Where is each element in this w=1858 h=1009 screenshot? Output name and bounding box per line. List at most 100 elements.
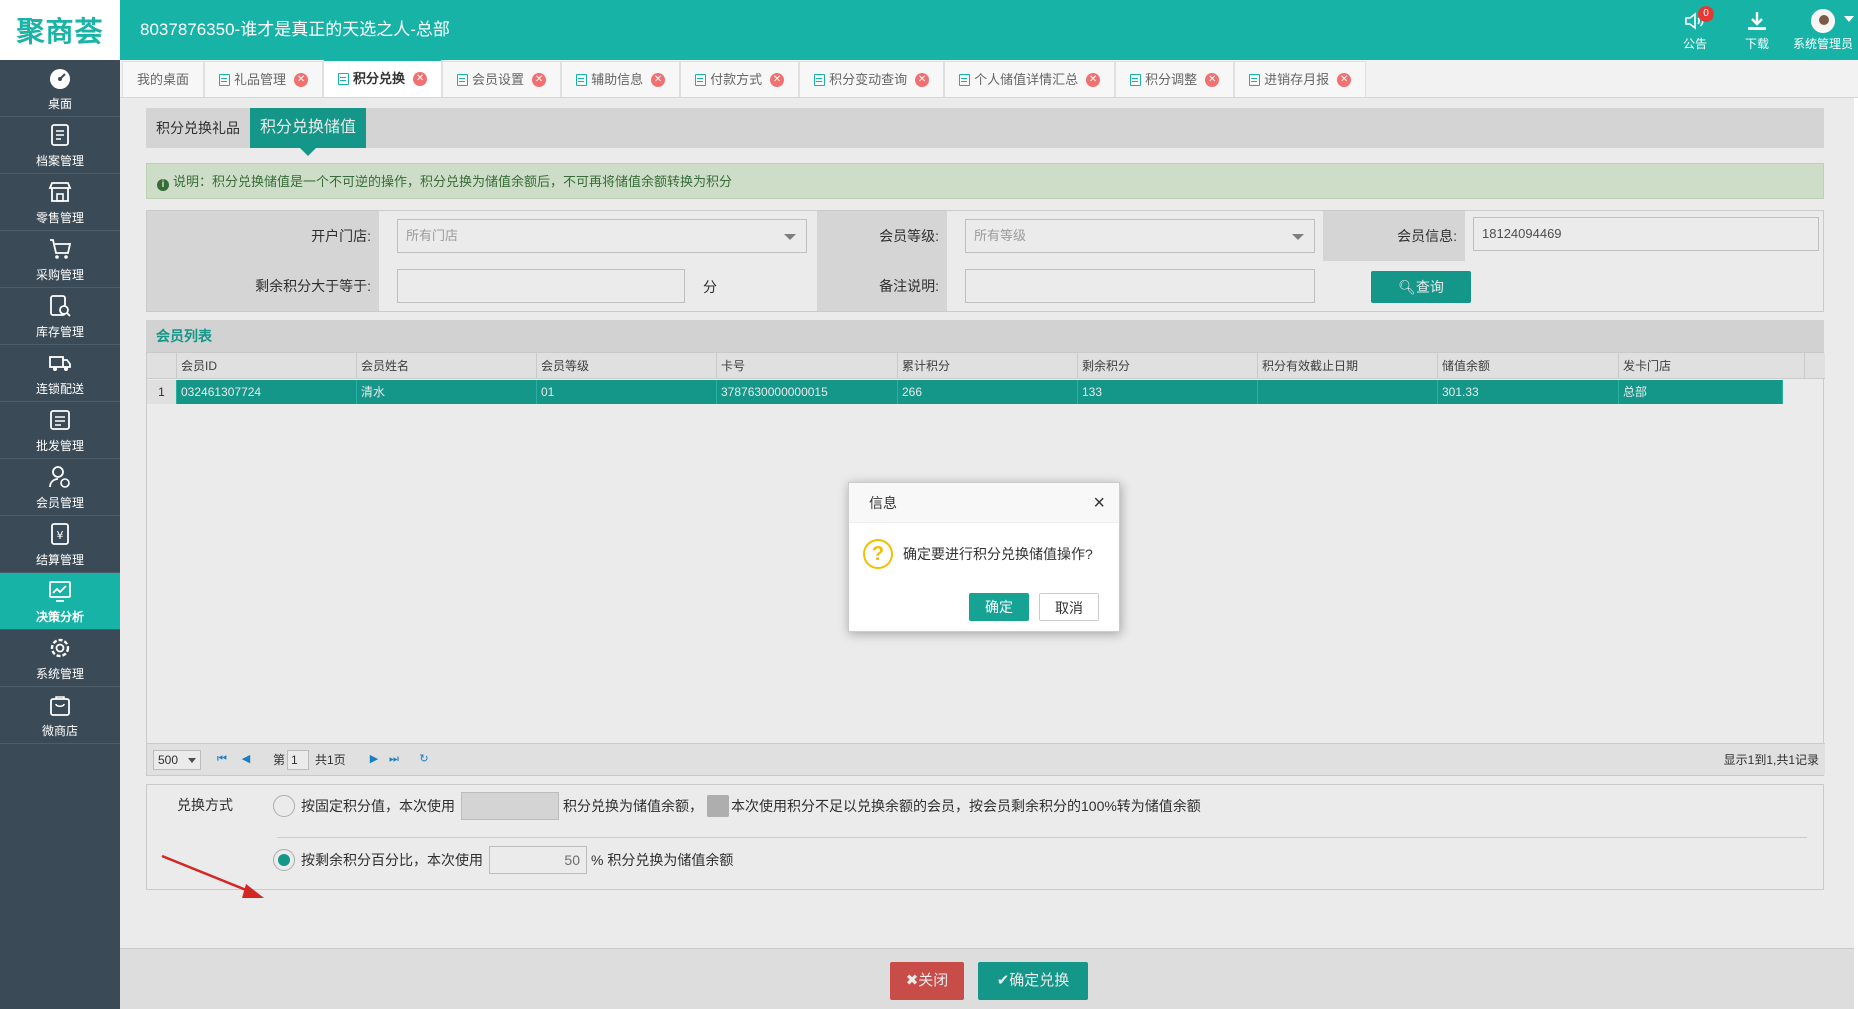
dialog-ok-button[interactable]: 确定 <box>969 593 1029 621</box>
page-title: 8037876350-谁才是真正的天选之人-总部 <box>140 20 450 39</box>
question-icon: ? <box>863 539 893 569</box>
store-icon <box>48 181 72 202</box>
document-icon <box>959 73 971 86</box>
sidebar-item-microshop[interactable]: 微商店 <box>0 687 120 744</box>
sidebar-item-label: 库存管理 <box>35 324 84 339</box>
sidebar-item-wholesale[interactable]: 批发管理 <box>0 402 120 459</box>
sidebar-item-inventory[interactable]: 库存管理 <box>0 288 120 345</box>
tab-stored-value-summary[interactable]: 个人储值详情汇总 ✕ <box>944 61 1116 97</box>
sidebar-item-distribution[interactable]: 连锁配送 <box>0 345 120 402</box>
user-avatar <box>1811 8 1835 33</box>
tab-label: 积分调整 <box>1145 71 1198 87</box>
dialog-body: ? 确定要进行积分兑换储值操作? <box>863 539 1093 569</box>
chart-icon <box>49 580 71 602</box>
document-icon <box>814 73 826 86</box>
sidebar-item-label: 桌面 <box>47 96 72 111</box>
sidebar-item-label: 系统管理 <box>35 666 84 681</box>
close-icon[interactable]: ✕ <box>1337 72 1352 87</box>
close-icon[interactable]: ✕ <box>651 72 666 87</box>
tab-gift-management[interactable]: 礼品管理 ✕ <box>204 61 324 97</box>
tab-monthly-report[interactable]: 进销存月报 ✕ <box>1234 61 1367 97</box>
sidebar-item-desktop[interactable]: 桌面 <box>0 60 120 117</box>
document-icon <box>457 73 469 86</box>
sidebar-item-purchase[interactable]: 采购管理 <box>0 231 120 288</box>
user-name: 系统管理员 <box>1792 36 1853 51</box>
document-icon <box>338 73 350 85</box>
shop-bag-icon <box>50 695 70 716</box>
tab-label: 个人储值详情汇总 <box>974 71 1079 87</box>
close-icon[interactable]: ✕ <box>532 72 547 87</box>
sidebar-item-archive[interactable]: 档案管理 <box>0 117 120 174</box>
tab-points-adjust[interactable]: 积分调整 ✕ <box>1115 61 1235 97</box>
sidebar: 桌面 档案管理 零售管理 采购管理 库存管理 连锁配送 批发管理 会员管理 ¥ … <box>0 60 120 1009</box>
close-icon[interactable]: ✕ <box>1086 72 1101 87</box>
svg-text:¥: ¥ <box>57 529 64 542</box>
close-icon[interactable]: ✕ <box>770 72 785 87</box>
sidebar-item-settlement[interactable]: ¥ 结算管理 <box>0 516 120 573</box>
sidebar-item-analysis[interactable]: 决策分析 <box>0 573 120 630</box>
header-toolbar: 0 公告 下载 系统管理员 <box>1664 0 1858 60</box>
sidebar-item-label: 零售管理 <box>35 210 84 225</box>
tab-points-exchange[interactable]: 积分兑换 ✕ <box>323 59 443 97</box>
sidebar-item-member[interactable]: 会员管理 <box>0 459 120 516</box>
sidebar-item-label: 会员管理 <box>35 495 84 510</box>
announcement-label: 公告 <box>1682 36 1707 51</box>
tab-label: 辅助信息 <box>591 71 644 87</box>
sidebar-item-label: 连锁配送 <box>35 381 84 396</box>
close-icon[interactable]: ✕ <box>413 72 428 86</box>
dashboard-icon <box>50 68 70 89</box>
document-icon <box>576 73 588 86</box>
tab-label: 付款方式 <box>710 71 763 87</box>
sidebar-item-label: 结算管理 <box>35 552 84 567</box>
gear-icon <box>50 638 70 657</box>
truck-icon <box>49 355 71 371</box>
close-icon[interactable]: ✕ <box>915 72 930 87</box>
tab-points-change-query[interactable]: 积分变动查询 ✕ <box>799 61 945 97</box>
download-icon <box>1748 11 1766 30</box>
sidebar-item-label: 批发管理 <box>35 438 84 453</box>
close-icon[interactable]: ✕ <box>1205 72 1220 87</box>
archive-icon <box>51 123 69 146</box>
top-header: 聚商荟 8037876350-谁才是真正的天选之人-总部 0 公告 下载 系统管… <box>0 0 1858 60</box>
wholesale-icon <box>50 409 70 430</box>
sidebar-item-label: 决策分析 <box>35 609 84 624</box>
tab-payment-method[interactable]: 付款方式 ✕ <box>680 61 800 97</box>
announcement-button[interactable]: 0 公告 <box>1664 0 1726 60</box>
sidebar-item-label: 档案管理 <box>35 153 84 168</box>
close-icon[interactable]: × <box>1093 483 1105 523</box>
settlement-icon: ¥ <box>51 522 69 545</box>
document-icon <box>695 73 707 86</box>
download-button[interactable]: 下载 <box>1726 0 1788 60</box>
member-icon <box>49 465 70 488</box>
tab-member-settings[interactable]: 会员设置 ✕ <box>442 61 562 97</box>
dialog-cancel-button[interactable]: 取消 <box>1039 593 1099 621</box>
tab-desktop[interactable]: 我的桌面 <box>122 61 205 97</box>
dialog-header: 信息 × <box>849 483 1119 523</box>
tab-label: 积分兑换 <box>353 71 406 86</box>
inventory-icon <box>50 294 71 317</box>
sidebar-item-label: 微商店 <box>41 723 78 738</box>
document-icon <box>219 73 231 86</box>
confirm-dialog: 信息 × ? 确定要进行积分兑换储值操作? 确定 取消 <box>848 482 1120 632</box>
tab-bar: 我的桌面 礼品管理 ✕ 积分兑换 ✕ 会员设置 ✕ 辅助信息 ✕ 付款方式 ✕ 积分变动查… <box>120 59 1858 98</box>
tab-label: 我的桌面 <box>137 71 190 87</box>
tab-label: 会员设置 <box>472 71 525 87</box>
sidebar-item-label: 采购管理 <box>35 267 84 282</box>
dialog-message: 确定要进行积分兑换储值操作? <box>903 546 1093 562</box>
cart-icon <box>50 238 72 259</box>
tab-auxiliary-info[interactable]: 辅助信息 ✕ <box>561 61 681 97</box>
user-menu[interactable]: 系统管理员 <box>1788 0 1858 60</box>
sidebar-item-retail[interactable]: 零售管理 <box>0 174 120 231</box>
tab-label: 礼品管理 <box>234 71 287 87</box>
tab-label: 积分变动查询 <box>829 71 908 87</box>
download-label: 下载 <box>1744 36 1769 51</box>
document-icon <box>1249 73 1261 86</box>
notification-badge: 0 <box>1698 6 1714 22</box>
sidebar-item-system[interactable]: 系统管理 <box>0 630 120 687</box>
brand-logo[interactable]: 聚商荟 <box>0 0 120 60</box>
tab-label: 进销存月报 <box>1264 71 1330 87</box>
close-icon[interactable]: ✕ <box>294 72 309 87</box>
document-icon <box>1130 73 1142 86</box>
chevron-down-icon <box>1844 16 1854 22</box>
dialog-title: 信息 <box>869 495 897 511</box>
